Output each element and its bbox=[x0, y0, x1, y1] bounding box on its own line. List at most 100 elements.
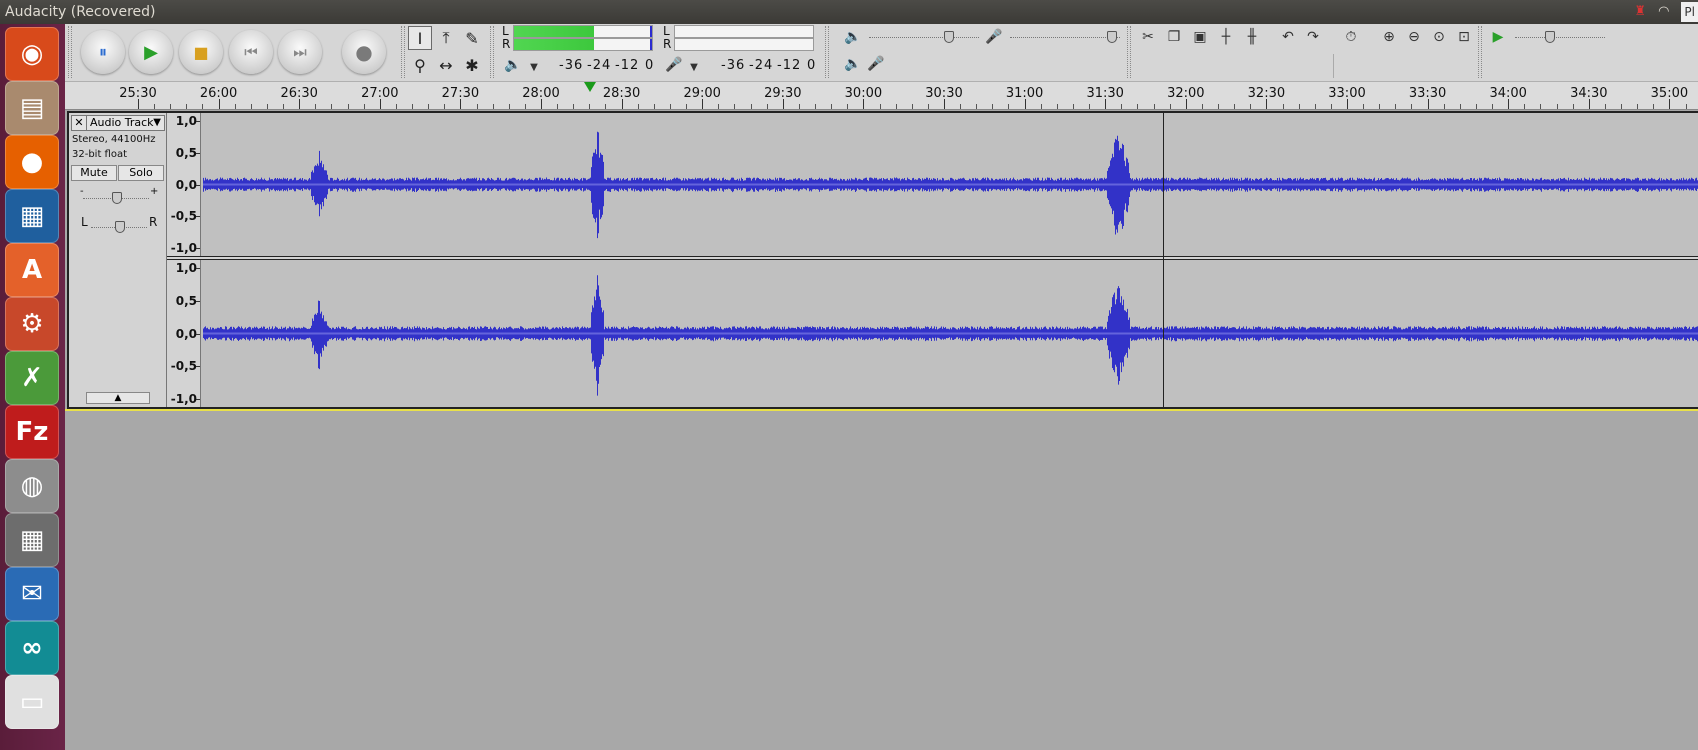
mixer-toolbar-grip[interactable] bbox=[825, 26, 829, 78]
redo-icon[interactable]: ↷ bbox=[1302, 26, 1324, 48]
ruler-minor-tick bbox=[154, 104, 156, 109]
pan-thumb[interactable] bbox=[115, 221, 125, 233]
ruler-minor-tick bbox=[879, 104, 881, 109]
ruler-minor-tick bbox=[315, 104, 317, 109]
pan-slider[interactable] bbox=[91, 221, 147, 233]
amplitude-tick bbox=[196, 333, 200, 335]
record-scale-0: 0 bbox=[807, 58, 817, 73]
wifi-icon[interactable]: ◠ bbox=[1658, 0, 1669, 24]
arduino-icon[interactable]: ∞ bbox=[5, 621, 59, 675]
ruler-minor-tick bbox=[1363, 104, 1365, 109]
speaker-icon[interactable]: 🔈 bbox=[502, 54, 524, 76]
record-scale-36: -36 bbox=[721, 58, 746, 73]
multi-tool[interactable]: ✱ bbox=[460, 53, 484, 77]
thunderbird-icon[interactable]: ✉ bbox=[5, 567, 59, 621]
gain-thumb[interactable] bbox=[112, 192, 122, 204]
ruler-minor-tick bbox=[1572, 104, 1574, 109]
calculator-icon[interactable]: ▦ bbox=[5, 513, 59, 567]
record-meter-right[interactable] bbox=[674, 38, 814, 51]
playspeed-slider[interactable] bbox=[1515, 31, 1605, 43]
tray-label[interactable]: Pl bbox=[1681, 2, 1698, 22]
track-name-menu[interactable]: Audio Track bbox=[90, 116, 154, 130]
indicator-icon[interactable]: ♜ bbox=[1634, 0, 1646, 24]
playback-meter-right[interactable] bbox=[513, 38, 653, 51]
zoom-out-icon[interactable]: ⊖ bbox=[1403, 26, 1425, 48]
playspeed-thumb[interactable] bbox=[1545, 31, 1556, 43]
collapse-track-button[interactable]: ▲ bbox=[86, 392, 150, 404]
track-menu-dropdown-icon[interactable]: ▼ bbox=[153, 116, 161, 130]
libreoffice-writer-icon[interactable]: ▦ bbox=[5, 189, 59, 243]
draw-tool[interactable]: ✎ bbox=[460, 26, 484, 50]
device-speaker-icon[interactable]: 🔈 bbox=[842, 53, 864, 75]
record-button[interactable]: ● bbox=[342, 30, 386, 74]
transport-toolbar-grip[interactable] bbox=[68, 26, 72, 78]
skip-to-end-button[interactable]: ⏭ bbox=[278, 30, 322, 74]
disk-icon[interactable]: ◍ bbox=[5, 459, 59, 513]
playspeed-toolbar-grip[interactable] bbox=[1478, 26, 1482, 78]
filezilla-icon[interactable]: Fz bbox=[5, 405, 59, 459]
fit-project-icon[interactable]: ⊡ bbox=[1453, 26, 1475, 48]
gain-slider[interactable] bbox=[83, 192, 149, 204]
skip-to-start-button[interactable]: ⏮ bbox=[229, 30, 273, 74]
pause-button[interactable]: ⏸ bbox=[81, 30, 125, 74]
tools-toolbar-grip[interactable] bbox=[401, 26, 405, 78]
silence-icon[interactable]: ╫ bbox=[1241, 26, 1263, 48]
close-track-button[interactable]: ✕ bbox=[72, 116, 87, 130]
channel-2-waveform[interactable] bbox=[203, 260, 1698, 407]
sync-lock-icon[interactable]: ⏱ bbox=[1340, 26, 1362, 48]
edit-toolbar-grip[interactable] bbox=[1127, 26, 1131, 78]
files-icon[interactable]: ▤ bbox=[5, 81, 59, 135]
channel-1-waveform[interactable] bbox=[203, 113, 1698, 256]
xournal-icon[interactable]: ✗ bbox=[5, 351, 59, 405]
pan-left-label: L bbox=[81, 215, 88, 229]
record-meter-left[interactable] bbox=[674, 25, 814, 38]
undo-icon[interactable]: ↶ bbox=[1277, 26, 1299, 48]
ruler-minor-tick bbox=[589, 104, 591, 109]
channel-2-vertical-ruler[interactable]: 1,0 0,5 0,0 -0,5 -1,0 bbox=[167, 260, 201, 407]
system-settings-icon[interactable]: ⚙ bbox=[5, 297, 59, 351]
microphone-icon[interactable]: 🎤 bbox=[663, 54, 685, 76]
timeline-ruler[interactable]: 25:30 26:00 26:30 27:00 27:30 28:00 28:30 29:00… bbox=[65, 82, 1698, 110]
playback-meter-menu-icon[interactable]: ▼ bbox=[523, 56, 545, 78]
ruler-time-label: 33:00 bbox=[1328, 86, 1366, 101]
record-icon: ● bbox=[355, 40, 373, 64]
more-app-icon[interactable]: ▭ bbox=[5, 675, 59, 729]
amplitude-label: 1,0 bbox=[175, 114, 197, 128]
copy-icon[interactable]: ❐ bbox=[1163, 26, 1185, 48]
recording-volume-thumb[interactable] bbox=[1107, 31, 1117, 43]
playback-volume-slider[interactable] bbox=[869, 31, 979, 43]
ruler-minor-tick bbox=[234, 104, 236, 109]
meter-toolbar-grip[interactable] bbox=[490, 26, 494, 78]
ruler-minor-tick bbox=[186, 104, 188, 109]
ruler-minor-tick bbox=[250, 104, 252, 109]
play-button[interactable]: ▶ bbox=[129, 30, 173, 74]
ruler-time-label: 28:30 bbox=[602, 86, 641, 101]
stop-button[interactable]: ■ bbox=[179, 30, 223, 74]
cut-icon[interactable]: ✂ bbox=[1137, 26, 1159, 48]
software-center-icon[interactable]: A bbox=[5, 243, 59, 297]
device-microphone-icon[interactable]: 🎤 bbox=[865, 53, 887, 75]
envelope-tool[interactable]: ⤒ bbox=[434, 26, 458, 50]
play-head-marker[interactable] bbox=[584, 82, 596, 92]
playback-meter-left[interactable] bbox=[513, 25, 653, 38]
track-panel[interactable]: ✕ Audio Track ▼ Stereo, 44100Hz 32-bit f… bbox=[67, 111, 1698, 409]
firefox-icon[interactable]: ● bbox=[5, 135, 59, 189]
trim-icon[interactable]: ┼ bbox=[1215, 26, 1237, 48]
paste-icon[interactable]: ▣ bbox=[1189, 26, 1211, 48]
timeshift-tool[interactable]: ↔ bbox=[434, 53, 458, 77]
zoom-in-icon[interactable]: ⊕ bbox=[1378, 26, 1400, 48]
selection-tool[interactable]: I bbox=[408, 26, 432, 50]
pencil-icon: ✎ bbox=[465, 28, 479, 48]
ruler-minor-tick bbox=[331, 104, 333, 109]
record-meter-menu-icon[interactable]: ▼ bbox=[683, 56, 705, 78]
channel-1-vertical-ruler[interactable]: 1,0 0,5 0,0 -0,5 -1,0 bbox=[167, 113, 201, 256]
playback-volume-thumb[interactable] bbox=[944, 31, 954, 43]
recording-volume-slider[interactable] bbox=[1010, 31, 1120, 43]
solo-button[interactable]: Solo bbox=[118, 165, 164, 181]
fit-selection-icon[interactable]: ⊙ bbox=[1428, 26, 1450, 48]
ruler-minor-tick bbox=[1137, 104, 1139, 109]
zoom-tool[interactable]: ⚲ bbox=[408, 53, 432, 77]
mute-button[interactable]: Mute bbox=[71, 165, 117, 181]
ubuntu-dash-icon[interactable]: ◉ bbox=[5, 27, 59, 81]
play-at-speed-icon[interactable]: ▶ bbox=[1487, 26, 1509, 48]
